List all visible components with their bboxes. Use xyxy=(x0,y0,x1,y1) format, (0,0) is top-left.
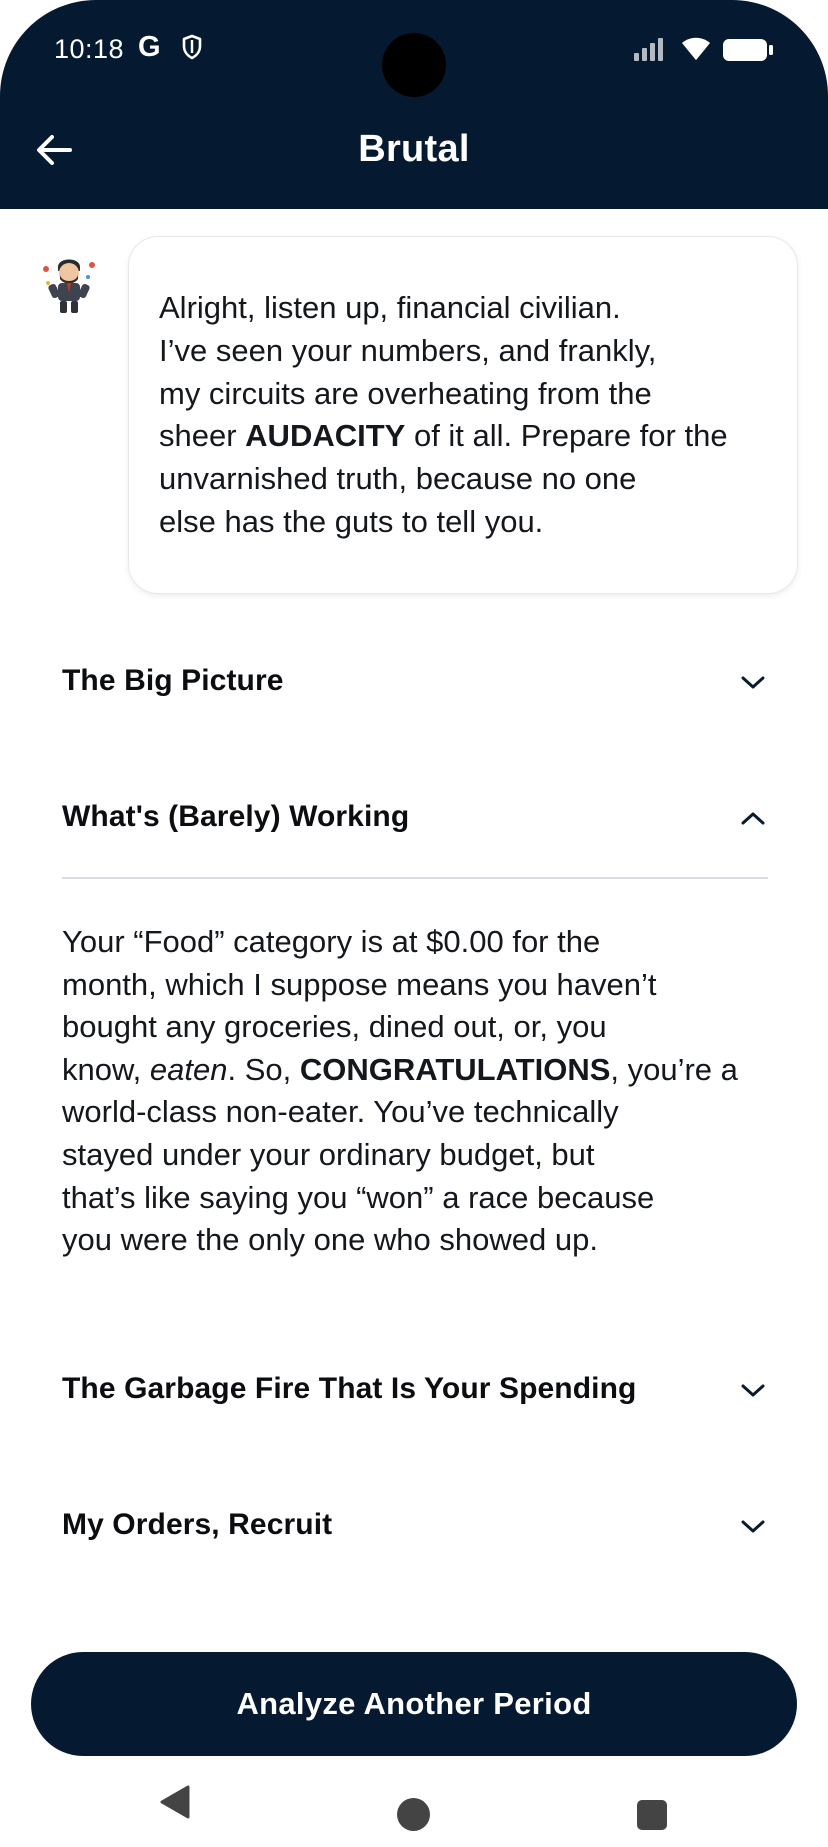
nav-back-icon[interactable] xyxy=(158,1784,192,1820)
battery-icon xyxy=(722,38,774,67)
section-title: My Orders, Recruit xyxy=(62,1508,333,1541)
nav-recents-icon[interactable] xyxy=(637,1800,667,1830)
body-line: that’s like saying you “won” a race beca… xyxy=(62,1179,655,1215)
body-text: . So, xyxy=(227,1051,300,1087)
section-title: What's (Barely) Working xyxy=(62,800,410,833)
signal-icon xyxy=(633,37,669,66)
message-line: my circuits are overheating from the xyxy=(159,375,652,411)
chevron-down-icon xyxy=(741,676,765,689)
app-bar: Brutal xyxy=(0,100,828,209)
message-emphasis: AUDACITY xyxy=(245,418,406,454)
wifi-icon xyxy=(680,34,712,67)
analyze-another-period-button[interactable]: Analyze Another Period xyxy=(31,1652,797,1756)
message-text: sheer xyxy=(159,418,246,454)
section-divider xyxy=(62,877,768,879)
section-body-whats-working: Your “Food” category is at $0.00 for the… xyxy=(62,921,768,1262)
message-text: of it all. Prepare for the xyxy=(405,418,728,454)
body-line: world-class non-eater. You’ve technicall… xyxy=(62,1094,619,1130)
body-line: Your “Food” category is at $0.00 for the xyxy=(62,924,601,959)
page-title: Brutal xyxy=(358,128,470,170)
section-whats-working[interactable]: What's (Barely) Working xyxy=(62,788,768,848)
body-line: bought any groceries, dined out, or, you xyxy=(62,1009,607,1045)
message-line: unvarnished truth, because no one xyxy=(159,461,637,497)
chevron-down-icon xyxy=(741,1384,765,1397)
body-line: month, which I suppose means you haven’t xyxy=(62,966,657,1002)
body-line: know, eaten. So, CONGRATULATIONS, you’re… xyxy=(62,1049,768,1092)
phone-screen: 10:18 G Brutal Alright, listen up, finan… xyxy=(0,0,828,1847)
body-italic: eaten xyxy=(149,1051,228,1087)
message-line: sheer AUDACITY of it all. Prepare for th… xyxy=(159,415,767,458)
message-line: else has the guts to tell you. xyxy=(159,503,544,539)
section-title: The Big Picture xyxy=(62,664,284,697)
body-emphasis: CONGRATULATIONS xyxy=(299,1051,611,1087)
section-my-orders[interactable]: My Orders, Recruit xyxy=(62,1496,768,1556)
google-g-icon: G xyxy=(138,31,161,63)
section-big-picture[interactable]: The Big Picture xyxy=(62,652,768,712)
chevron-up-icon xyxy=(741,812,765,825)
chevron-down-icon xyxy=(741,1520,765,1533)
message-line: I’ve seen your numbers, and frankly, xyxy=(159,332,657,368)
shield-icon xyxy=(182,34,202,65)
ai-message-text: Alright, listen up, financial civilian. … xyxy=(159,287,767,544)
drill-sergeant-avatar xyxy=(38,253,100,315)
body-text: , you’re a xyxy=(610,1051,738,1087)
ai-message-bubble: Alright, listen up, financial civilian. … xyxy=(128,236,798,594)
body-line: you were the only one who showed up. xyxy=(62,1222,598,1258)
nav-home-icon[interactable] xyxy=(397,1798,430,1831)
section-garbage-fire[interactable]: The Garbage Fire That Is Your Spending xyxy=(62,1360,768,1420)
status-time: 10:18 xyxy=(54,34,125,64)
camera-cutout xyxy=(382,33,446,97)
body-line: stayed under your ordinary budget, but xyxy=(62,1136,595,1172)
status-bar: 10:18 G xyxy=(0,0,828,100)
section-title: The Garbage Fire That Is Your Spending xyxy=(62,1372,637,1405)
message-line: Alright, listen up, financial civilian. xyxy=(159,290,621,325)
body-text: know, xyxy=(62,1051,150,1087)
